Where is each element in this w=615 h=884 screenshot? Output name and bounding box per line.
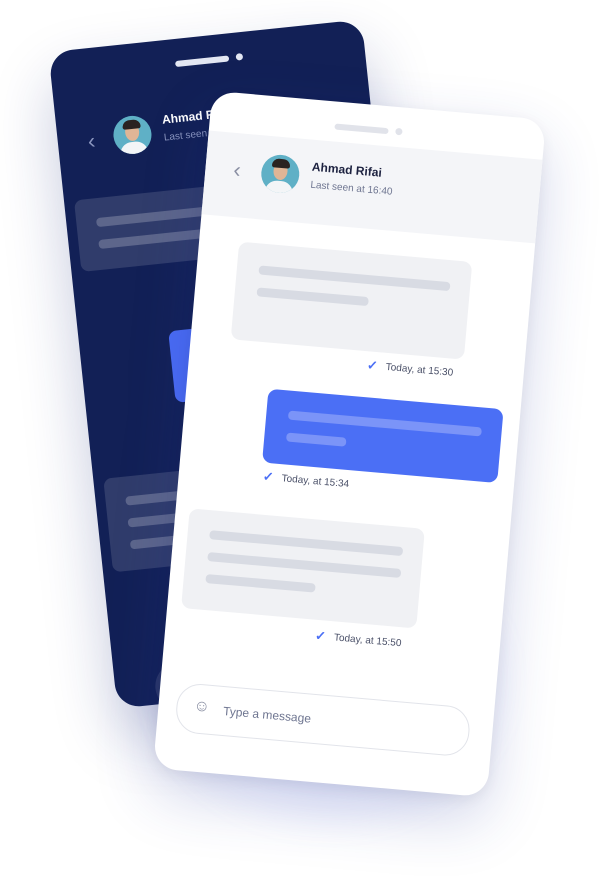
smiley-icon[interactable]: ☺ bbox=[193, 697, 211, 716]
avatar bbox=[111, 114, 154, 156]
contact-name: Ahmad Rifai bbox=[311, 159, 383, 180]
message-bubble-outgoing bbox=[262, 388, 504, 484]
message-composer: ☺ bbox=[174, 682, 472, 758]
checkmark-icon: ✓ bbox=[366, 357, 379, 374]
chat-header: ‹ Ahmad Rifai Last seen at 16:40 bbox=[201, 130, 543, 244]
chevron-left-icon[interactable]: ‹ bbox=[232, 157, 241, 183]
checkmark-icon: ✓ bbox=[262, 468, 275, 485]
avatar[interactable] bbox=[259, 153, 301, 195]
message-meta: ✓ Today, at 15:30 bbox=[366, 357, 454, 380]
chevron-left-icon[interactable]: ‹ bbox=[87, 128, 97, 154]
message-meta: ✓ Today, at 15:34 bbox=[262, 469, 350, 492]
speaker-slot bbox=[334, 123, 389, 135]
illustration-stage: ‹ Ahmad Ri Last seen a ✓ ☺ ‹ bbox=[0, 0, 615, 884]
last-seen: Last seen at 16:40 bbox=[309, 179, 393, 198]
message-bubble-incoming bbox=[230, 241, 473, 360]
camera-dot bbox=[395, 127, 403, 136]
message-input[interactable] bbox=[220, 698, 456, 744]
checkmark-icon: ✓ bbox=[314, 627, 327, 644]
message-meta: ✓ Today, at 15:50 bbox=[314, 628, 402, 651]
message-time: Today, at 15:50 bbox=[333, 631, 402, 649]
message-bubble-incoming bbox=[181, 508, 425, 629]
message-time: Today, at 15:34 bbox=[281, 472, 350, 490]
message-time: Today, at 15:30 bbox=[385, 361, 454, 379]
camera-dot bbox=[235, 52, 244, 61]
light-phone-mockup: ‹ Ahmad Rifai Last seen at 16:40 ✓ Today… bbox=[153, 90, 546, 798]
speaker-slot bbox=[174, 55, 230, 68]
